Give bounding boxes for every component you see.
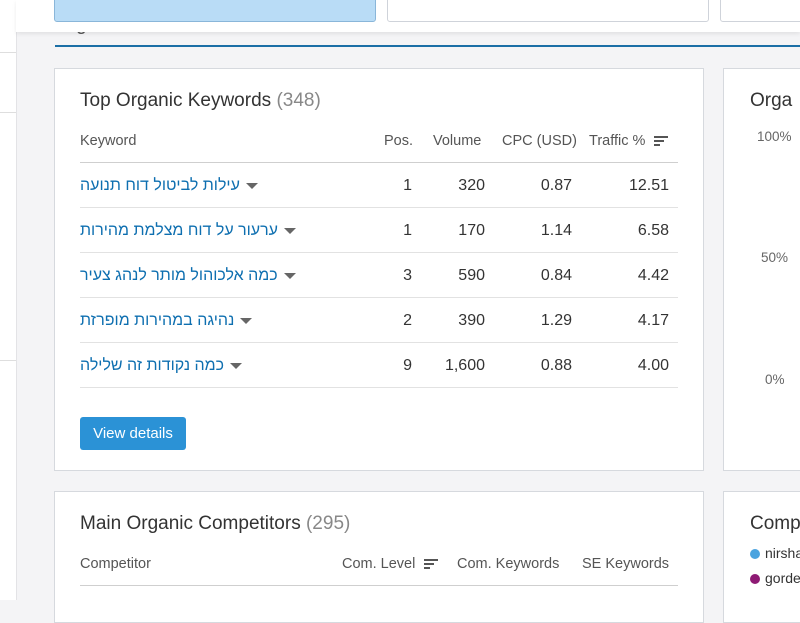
keyword-link[interactable]: נהיגה במהירות מופרזת: [80, 312, 280, 330]
sort-desc-icon[interactable]: [654, 135, 669, 147]
pos-cell: 1: [403, 177, 412, 194]
y-axis-label: 0%: [765, 372, 785, 387]
tab-2[interactable]: [387, 0, 709, 22]
traffic-cell: 6.58: [637, 222, 669, 239]
traffic-cell: 12.51: [628, 177, 669, 194]
cpc-cell: 1.14: [540, 222, 572, 239]
chevron-down-icon[interactable]: [245, 182, 258, 189]
volume-cell: 590: [458, 267, 485, 284]
keyword-link[interactable]: כמה אלכוהול מותר לנהג צעיר: [80, 267, 296, 285]
chevron-down-icon[interactable]: [283, 227, 296, 234]
legend-item[interactable]: nirsha: [750, 545, 800, 561]
top-toolbar: [16, 0, 800, 32]
card-title: Main Organic Competitors (295): [80, 513, 351, 534]
chevron-down-icon[interactable]: [240, 317, 253, 324]
col-se-keywords[interactable]: SE Keywords: [582, 556, 669, 572]
traffic-cell: 4.42: [637, 267, 669, 284]
volume-cell: 1,600: [444, 357, 485, 374]
chevron-down-icon[interactable]: [230, 362, 243, 369]
col-com-keywords[interactable]: Com. Keywords: [457, 556, 559, 572]
y-axis-label: 50%: [761, 250, 789, 265]
volume-cell: 320: [458, 177, 485, 194]
tab-selected[interactable]: [54, 0, 376, 22]
competitive-positioning-card: Comp nirsha gorde: [723, 491, 800, 623]
col-position[interactable]: Pos.: [384, 133, 413, 149]
main-organic-competitors-card: Main Organic Competitors (295) Competito…: [54, 491, 704, 623]
legend-item[interactable]: gorde: [750, 570, 800, 586]
keyword-count: (348): [276, 90, 321, 111]
keyword-link[interactable]: כמה נקודות זה שלילה: [80, 357, 280, 375]
section-divider: [55, 45, 800, 47]
col-volume[interactable]: Volume: [433, 133, 481, 149]
col-cpc[interactable]: CPC (USD): [502, 133, 577, 149]
pos-cell: 3: [403, 267, 412, 284]
pos-cell: 2: [403, 312, 412, 329]
y-axis-label: 100%: [757, 129, 792, 144]
col-com-level[interactable]: Com. Level: [342, 556, 439, 572]
card-title: Top Organic Keywords (348): [80, 90, 321, 111]
organic-positions-card: Orga 100% 50% 0%: [723, 68, 800, 471]
cpc-cell: 1.29: [540, 312, 572, 329]
legend-dot-icon: [750, 574, 760, 585]
tab-3[interactable]: [720, 0, 800, 22]
keyword-link[interactable]: ערעור על דוח מצלמת מהירות: [80, 222, 296, 240]
cpc-cell: 0.84: [540, 267, 572, 284]
legend-dot-icon: [750, 549, 760, 560]
sort-desc-icon[interactable]: [424, 558, 439, 570]
pos-cell: 9: [403, 357, 412, 374]
traffic-cell: 4.17: [637, 312, 669, 329]
cpc-cell: 0.87: [540, 177, 572, 194]
traffic-cell: 4.00: [637, 357, 669, 374]
card-title: Orga: [750, 90, 793, 111]
top-organic-keywords-card: Top Organic Keywords (348) Keyword Pos. …: [54, 68, 704, 471]
keyword-link[interactable]: עילות לביטול דוח תנועה: [80, 177, 280, 195]
pos-cell: 1: [403, 222, 412, 239]
col-keyword[interactable]: Keyword: [80, 133, 136, 149]
volume-cell: 170: [458, 222, 485, 239]
col-traffic[interactable]: Traffic %: [589, 133, 669, 149]
view-details-button[interactable]: View details: [80, 417, 186, 450]
sidebar-edge: [0, 0, 17, 600]
competitor-count: (295): [305, 513, 351, 534]
col-competitor[interactable]: Competitor: [80, 556, 151, 572]
cpc-cell: 0.88: [540, 357, 572, 374]
chevron-down-icon[interactable]: [283, 272, 296, 279]
volume-cell: 390: [458, 312, 485, 329]
card-title: Comp: [750, 513, 800, 534]
